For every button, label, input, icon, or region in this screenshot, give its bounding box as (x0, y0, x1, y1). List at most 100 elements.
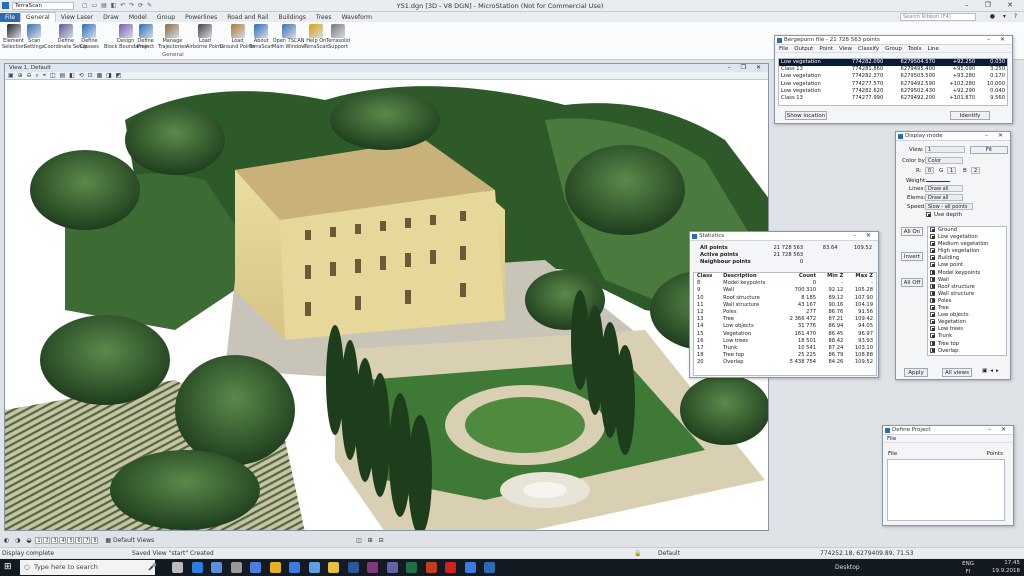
window-controls[interactable]: – ❐ ✕ (965, 1, 1020, 9)
class-checkbox-icon[interactable] (930, 305, 935, 311)
ribbon-button-define-project[interactable]: Define Project (137, 24, 154, 50)
project-file-menu[interactable]: File (887, 436, 896, 442)
ribbon-search-input[interactable]: Search Ribbon (F4) (900, 13, 976, 21)
photos-icon[interactable] (250, 562, 261, 573)
ribbon-button-load-airborne-points[interactable]: Load Airborne Points (186, 24, 224, 50)
statistics-header-cell[interactable]: Class (694, 273, 720, 280)
class-item[interactable]: Building (928, 255, 1006, 262)
class-item[interactable]: Overlap (928, 347, 1006, 355)
ribbon-right-icons[interactable]: ● ▾ ? (990, 13, 1020, 20)
class-checkbox-icon[interactable] (930, 319, 935, 325)
view-number-button[interactable]: 3 (51, 537, 59, 544)
class-checkbox-icon[interactable] (930, 312, 935, 318)
onenote-icon[interactable] (367, 562, 378, 573)
class-item[interactable]: Low vegetation (928, 234, 1006, 241)
store-icon[interactable] (211, 562, 222, 573)
view-number-button[interactable]: 4 (59, 537, 67, 544)
statistics-header-cell[interactable]: Count (779, 273, 819, 280)
points-menu-group[interactable]: Group (885, 46, 902, 52)
onedrive-icon[interactable] (308, 562, 320, 573)
calendar-icon[interactable] (289, 562, 300, 573)
point-row[interactable]: Low vegetation 774282.620 6279502.430 +92.2… (779, 88, 1007, 95)
task-view-icon[interactable] (172, 562, 183, 573)
class-checkbox-icon[interactable] (930, 340, 935, 346)
ribbon-button-about-terrascan[interactable]: About TerraScan (249, 24, 274, 50)
view-window[interactable]: View 1, Default – ❐ ✕ ▣ ⊕ ⊖ ⌕ ⌖ ◫ ▤ ◧ ⟲ … (4, 63, 769, 531)
use-depth-checkbox[interactable]: Use depth (926, 212, 962, 218)
class-checkbox-icon[interactable] (930, 297, 935, 303)
statistics-row[interactable]: 8 Model keypoints 0 - - (694, 280, 876, 287)
points-menu-classify[interactable]: Classify (858, 46, 879, 52)
class-item[interactable]: Model keypoints (928, 269, 1006, 277)
all-on-button[interactable]: All On (901, 227, 923, 236)
class-checkbox-icon[interactable] (930, 234, 935, 240)
define-project-controls[interactable]: – ✕ (988, 426, 1010, 433)
points-menu-tools[interactable]: Tools (908, 46, 922, 52)
identify-button[interactable]: Identify (950, 111, 990, 120)
statistics-row[interactable]: 9 Wall 700 310 92.12 105.28 (694, 287, 876, 294)
speed-select[interactable]: Slow - all points (925, 203, 973, 210)
ribbon-button-manage-trajectories[interactable]: Manage Trajectories (158, 24, 187, 50)
ribbon-button-open-tscan-main-window[interactable]: Open TSCAN Main Window (272, 24, 305, 50)
project-file-list[interactable] (887, 459, 1005, 521)
statistics-row[interactable]: 11 Wall structure 43 167 90.16 104.19 (694, 302, 876, 309)
points-menu-line[interactable]: Line (927, 46, 938, 52)
microphone-icon[interactable]: 🎤 (148, 563, 157, 571)
ribbon-button-help-on-terrascan[interactable]: Help On TerraScan (304, 24, 329, 50)
statistics-header-cell[interactable]: Min Z (819, 273, 846, 280)
class-item[interactable]: Tree top (928, 340, 1006, 348)
statistics-row[interactable]: 10 Roof structure 8 185 89.12 107.90 (694, 295, 876, 302)
point-row[interactable]: Class 13 774281.860 6279495.400 +95.090 3.25… (779, 66, 1007, 73)
class-checkbox-icon[interactable] (930, 227, 935, 232)
points-menu-point[interactable]: Point (819, 46, 833, 52)
quick-access-toolbar[interactable]: ▢ ▭ ▤ ◧ ↶ ↷ ⟳ ✎ (82, 2, 153, 9)
view-number-button[interactable]: 2 (43, 537, 51, 544)
points-menu-file[interactable]: File (779, 46, 788, 52)
view-select[interactable]: 1 (925, 146, 965, 153)
class-checkbox-icon[interactable] (930, 262, 935, 268)
statistics-controls[interactable]: – ✕ (853, 232, 875, 239)
class-checkbox-icon[interactable] (930, 269, 935, 275)
points-dialog[interactable]: Bergepunn file - 21 728 563 points – ✕ F… (774, 35, 1013, 124)
statistics-row[interactable]: 15 Vegetation 161 470 86.45 96.97 (694, 331, 876, 338)
point-row[interactable]: Low vegetation 774282.370 6279503.500 +93.2… (779, 73, 1007, 80)
class-item[interactable]: Roof structure (928, 283, 1006, 291)
class-item[interactable]: Poles (928, 297, 1006, 305)
r-field[interactable]: 0 (925, 167, 934, 174)
class-item[interactable]: Low trees (928, 326, 1006, 333)
view-number-button[interactable]: 6 (75, 537, 83, 544)
point-row[interactable]: Class 13 774277.990 6279492.200 +101.870 9.5… (779, 95, 1007, 102)
excel-icon[interactable] (406, 562, 417, 573)
all-off-button[interactable]: All Off (901, 278, 923, 287)
point-row[interactable]: Low vegetation 774277.570 6279492.590 +102.… (779, 81, 1007, 88)
statistics-header-cell[interactable]: Max Z (846, 273, 876, 280)
ribbon-button-element-selection[interactable]: Element Selection (2, 24, 25, 50)
teams-icon[interactable] (386, 562, 398, 573)
lines-select[interactable]: Draw all (925, 185, 963, 192)
view-number-button[interactable]: 5 (67, 537, 75, 544)
view-number-button[interactable]: 1 (35, 537, 43, 544)
class-checkbox-icon[interactable] (930, 333, 935, 339)
ribbon-button-define-classes[interactable]: Define Classes (80, 24, 99, 50)
view-extra-icons[interactable]: ◫ ⊞ ⊟ (356, 537, 386, 544)
display-mode-dialog[interactable]: Display mode – ✕ View: 1 Fit Color by: C… (895, 131, 1011, 380)
powerpoint-icon[interactable] (425, 562, 437, 573)
windows-start-icon[interactable]: ⊞ (4, 562, 16, 573)
invert-button[interactable]: Invert (901, 252, 923, 261)
taskbar-search[interactable]: ○ Type here to search (20, 560, 155, 575)
define-project-dialog[interactable]: Define Project – ✕ File File Points (882, 425, 1014, 526)
edge-icon[interactable] (191, 562, 203, 573)
class-item[interactable]: Vegetation (928, 319, 1006, 326)
class-item[interactable]: High vegetation (928, 248, 1006, 255)
word-icon[interactable] (347, 562, 359, 573)
class-checkbox-icon[interactable] (930, 283, 935, 289)
class-item[interactable]: Trunk (928, 333, 1006, 340)
class-checkbox-icon[interactable] (930, 290, 935, 296)
statistics-row[interactable]: 12 Poles 277 86.76 91.56 (694, 309, 876, 316)
show-location-button[interactable]: Show location (785, 111, 827, 120)
pdf-icon[interactable] (445, 562, 456, 573)
class-item[interactable]: Low objects (928, 312, 1006, 319)
class-checkbox-icon[interactable] (930, 276, 935, 282)
chrome-icon[interactable] (269, 562, 281, 573)
nav-arrows-icon[interactable]: ▣◂▸ (982, 368, 1002, 374)
